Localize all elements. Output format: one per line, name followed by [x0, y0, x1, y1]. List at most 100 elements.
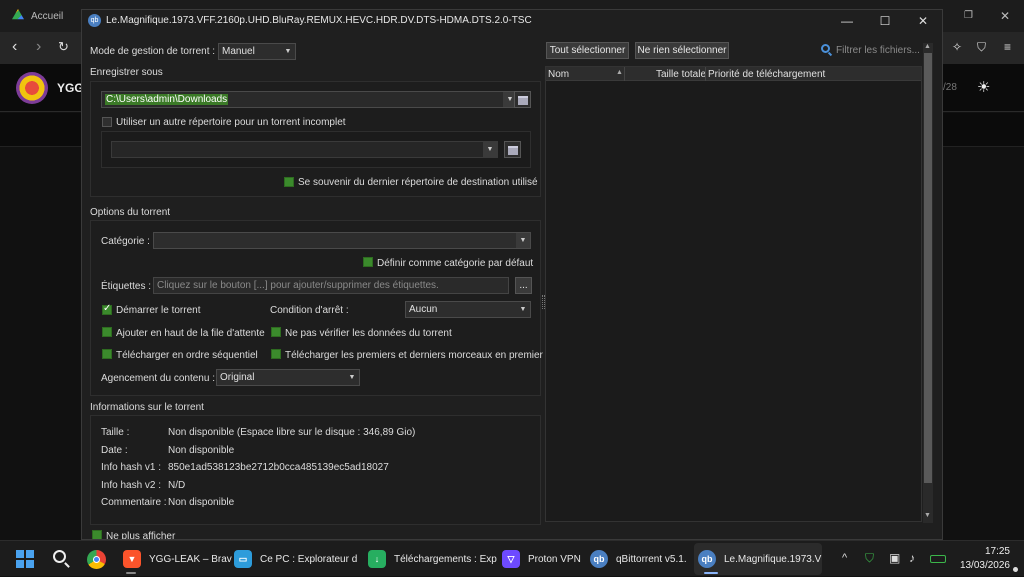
restore-icon[interactable]: ❐: [964, 10, 973, 21]
taskbar-item-downloads[interactable]: ↓ Téléchargements : Exp: [368, 541, 497, 577]
protonvpn-icon: ▽: [502, 550, 520, 568]
taskbar-item-qbittorrent[interactable]: qb qBittorrent v5.1.: [590, 541, 687, 577]
filter-input[interactable]: Filtrer les fichiers...: [836, 42, 921, 59]
qbittorrent-icon: qb: [88, 14, 101, 27]
back-icon[interactable]: ‹: [12, 38, 17, 56]
date-value: Non disponible: [168, 445, 235, 456]
column-divider: [705, 67, 706, 81]
notification-icon[interactable]: [1013, 567, 1018, 572]
chrome-icon-center: [93, 556, 100, 563]
filter-placeholder: Filtrer les fichiers...: [836, 45, 920, 56]
remember-dir-checkbox[interactable]: [284, 177, 294, 187]
taskbar: ▼ YGG-LEAK – Brav ▭ Ce PC : Explorateur …: [0, 540, 1024, 576]
menu-icon[interactable]: ≡: [1004, 40, 1011, 54]
start-torrent-checkbox[interactable]: [102, 303, 112, 315]
search-taskbar-handle: [64, 562, 70, 568]
taskbar-item-label: YGG-LEAK – Brav: [149, 553, 232, 565]
save-group: C:\Users\admin\Downloads ▼ Utiliser un a…: [90, 81, 541, 197]
options-section-title: Options du torrent: [90, 207, 171, 218]
save-section-title: Enregistrer sous: [90, 67, 163, 78]
taskbar-item-explorer[interactable]: ▭ Ce PC : Explorateur d: [234, 541, 357, 577]
comment-value: Non disponible: [168, 497, 235, 508]
running-indicator: [126, 572, 136, 574]
stop-condition-select[interactable]: Aucun ▼: [405, 301, 531, 318]
page-counter: /28: [943, 82, 957, 93]
scroll-down-icon[interactable]: ▼: [924, 512, 931, 519]
network-icon[interactable]: ▣: [889, 551, 900, 565]
tray-overflow-icon[interactable]: ^: [842, 552, 847, 564]
search-taskbar-icon[interactable]: [53, 550, 66, 563]
add-top-queue-checkbox[interactable]: [102, 327, 112, 337]
select-none-button[interactable]: Ne rien sélectionner: [635, 42, 729, 59]
tags-edit-button[interactable]: ...: [515, 277, 532, 294]
taskbar-item-label: qBittorrent v5.1.: [616, 553, 687, 565]
clock-date[interactable]: 13/03/2026: [955, 560, 1010, 571]
hash2-value: N/D: [168, 480, 186, 491]
taskbar-item-protonvpn[interactable]: ▽ Proton VPN: [502, 541, 581, 577]
browse-folder-button[interactable]: [514, 91, 531, 108]
taskbar-item-brave[interactable]: ▼ YGG-LEAK – Brav: [123, 541, 232, 577]
mode-label: Mode de gestion de torrent :: [90, 46, 216, 57]
layout-select[interactable]: Original ▼: [216, 369, 360, 386]
reload-icon[interactable]: ↻: [58, 39, 69, 55]
extensions-icon[interactable]: ✧: [952, 40, 962, 54]
save-path-value: C:\Users\admin\Downloads: [105, 94, 229, 105]
files-header: Nom ▲ Taille totale Priorité de téléchar…: [546, 67, 921, 81]
save-path-input[interactable]: C:\Users\admin\Downloads ▼: [101, 91, 518, 108]
category-select[interactable]: ▼: [153, 232, 531, 249]
skip-check-checkbox[interactable]: [271, 327, 281, 337]
chevron-down-icon[interactable]: ▼: [516, 233, 530, 248]
start-torrent-label: Démarrer le torrent: [116, 305, 201, 316]
scroll-up-icon[interactable]: ▲: [924, 43, 931, 50]
shield-icon[interactable]: ⛉: [977, 40, 986, 55]
hash1-value: 850e1ad538123be2712b0cca485139ec5ad18027: [168, 462, 389, 473]
add-torrent-dialog: qb Le.Magnifique.1973.VFF.2160p.UHD.BluR…: [81, 9, 943, 540]
tags-placeholder: Cliquez sur le bouton [...] pour ajouter…: [157, 280, 439, 291]
theme-toggle-icon[interactable]: ☀: [977, 78, 990, 96]
comment-label: Commentaire :: [101, 497, 167, 508]
downloads-icon: ↓: [368, 550, 386, 568]
site-logo-text[interactable]: YGG: [57, 81, 84, 95]
drive-icon: [12, 9, 24, 20]
clock-time[interactable]: 17:25: [975, 546, 1010, 557]
never-show-checkbox[interactable]: [92, 530, 102, 539]
default-category-label: Définir comme catégorie par défaut: [377, 258, 534, 269]
column-header-priority[interactable]: Priorité de téléchargement: [708, 69, 825, 80]
date-label: Date :: [101, 445, 128, 456]
browser-tab-title[interactable]: Accueil: [31, 11, 63, 22]
incomplete-dir-group: ▼: [101, 131, 531, 168]
scroll-thumb[interactable]: [924, 53, 932, 483]
volume-icon[interactable]: ♪: [909, 551, 915, 565]
select-all-button[interactable]: Tout sélectionner: [546, 42, 629, 59]
column-header-name[interactable]: Nom: [548, 69, 569, 80]
column-header-size[interactable]: Taille totale: [656, 69, 706, 80]
incomplete-dir-checkbox[interactable]: [102, 117, 112, 127]
defender-icon[interactable]: ⛉: [865, 551, 874, 566]
files-tree[interactable]: Nom ▲ Taille totale Priorité de téléchar…: [545, 66, 922, 522]
battery-icon[interactable]: [930, 555, 946, 563]
size-value: Non disponible (Espace libre sur le disq…: [168, 427, 416, 438]
minimize-icon[interactable]: —: [828, 10, 866, 32]
mode-value: Manuel: [222, 46, 255, 57]
taskbar-item-label: Proton VPN: [528, 553, 581, 565]
browse-incomplete-button[interactable]: [504, 141, 521, 158]
default-category-checkbox[interactable]: [363, 257, 373, 267]
chevron-down-icon[interactable]: ▼: [483, 142, 497, 157]
scrollbar[interactable]: ▲ ▼: [923, 43, 933, 523]
forward-icon[interactable]: ›: [36, 38, 41, 56]
first-last-checkbox[interactable]: [271, 349, 281, 359]
close-dialog-icon[interactable]: ✕: [904, 10, 942, 32]
info-section-title: Informations sur le torrent: [90, 402, 204, 413]
qbittorrent-icon: qb: [698, 550, 716, 568]
incomplete-path-input[interactable]: ▼: [111, 141, 498, 158]
dialog-title: Le.Magnifique.1973.VFF.2160p.UHD.BluRay.…: [106, 15, 532, 26]
maximize-icon[interactable]: ☐: [866, 10, 904, 32]
info-group: Taille : Non disponible (Espace libre su…: [90, 415, 541, 525]
close-icon[interactable]: ✕: [1000, 9, 1010, 23]
taskbar-item-label: Ce PC : Explorateur d: [260, 553, 358, 565]
windows-start-icon[interactable]: [16, 550, 34, 568]
sequential-checkbox[interactable]: [102, 349, 112, 359]
mode-select[interactable]: Manuel ▼: [218, 43, 296, 60]
site-logo-icon[interactable]: [16, 72, 48, 104]
tags-input[interactable]: Cliquez sur le bouton [...] pour ajouter…: [153, 277, 509, 294]
